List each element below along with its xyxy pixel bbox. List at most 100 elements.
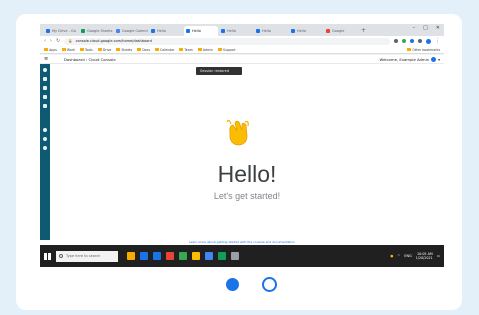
taskbar-app-icon[interactable] [127,252,135,260]
menu-icon[interactable]: ≡ [44,56,64,62]
home-icon[interactable] [43,77,47,81]
extensions-area: ⋮ [394,38,440,44]
bookmark-label: Tools [84,47,93,52]
url-input[interactable]: 🔒 console.cloud.google.com/home/dashboar… [64,37,390,45]
folder-icon [197,48,202,51]
browser-tab[interactable]: My Drive - Go [44,26,78,36]
account-icon[interactable] [43,146,47,150]
bookmark-label: Support [223,47,236,52]
weather-icon[interactable]: ● [390,254,393,258]
tab-favicon-icon [221,29,225,33]
folder-icon [179,48,184,51]
tab-label: Google [332,29,345,33]
bookmark-item[interactable]: Drive [97,48,111,52]
maximize-button[interactable]: □ [423,25,428,31]
taskbar-search-input[interactable]: Type here to search [56,250,118,262]
folder-icon [407,48,412,51]
browser-tab[interactable]: Hello [184,26,218,36]
tab-label: Hello [227,29,236,33]
new-tab-button[interactable]: + [361,26,366,36]
main-content: Session restored Hello! Let's get starte… [50,64,444,240]
document-icon[interactable] [43,86,47,90]
star-icon[interactable] [394,39,398,43]
bookmark-label: Calendar [160,47,175,52]
browser-tab-strip: My Drive - Go Google Sheets Google Calend H… [40,24,444,36]
app-header: ≡ Dashboard › Cloud Console Welcome, Exa… [40,55,444,64]
folder-icon [61,48,66,51]
list-icon[interactable] [43,95,47,99]
close-window-button[interactable]: ✕ [436,25,440,31]
browser-tab[interactable]: Google Sheets [79,26,113,36]
tab-label: My Drive - Go [52,29,76,33]
bookmark-item[interactable]: Docs [137,48,150,52]
bookmark-label: Team [184,47,193,52]
bookmark-item[interactable]: Team [179,47,193,52]
user-menu[interactable]: Welcome, Example Admin ▾ [379,56,440,62]
folder-icon [218,48,222,51]
tab-favicon-icon [291,29,295,33]
info-icon[interactable] [43,137,47,141]
bookmark-item[interactable]: Calendar [155,48,174,52]
chevron-up-icon[interactable]: ^ [397,254,400,258]
taskbar-app-icon[interactable] [231,252,239,260]
tab-favicon-icon [186,29,190,33]
taskbar-app-icon[interactable] [140,252,148,260]
browser-tab[interactable]: Google Calend [114,26,148,36]
search-icon [59,254,63,258]
tab-label: Google Calend [122,29,148,33]
avatar [431,56,437,62]
waving-hand-icon [226,119,249,146]
taskbar-app-icon[interactable] [179,252,187,260]
bookmark-item[interactable]: Support [218,48,236,52]
other-bookmarks[interactable]: Other bookmarks [407,48,440,52]
bookmark-item[interactable]: Tools [79,47,93,52]
browser-tab[interactable]: Hello [149,26,183,36]
lock-icon: 🔒 [68,39,73,43]
bookmark-item[interactable]: Admin [197,48,213,52]
taskbar-clock[interactable]: 10:05 AM 1/20/2021 [416,252,433,260]
bookmark-label: Apps [49,47,57,52]
folder-icon [97,48,102,51]
taskbar-app-icon[interactable] [153,252,161,260]
extension-icon[interactable] [410,39,414,43]
bookmark-item[interactable]: Apps [44,48,57,52]
windows-start-icon[interactable] [44,252,51,260]
taskbar-app-icon[interactable] [218,252,226,260]
grid-icon[interactable] [43,104,47,108]
bookmark-item[interactable]: Sheets [116,48,132,52]
language-indicator[interactable]: ENG [404,254,412,258]
browser-tab[interactable]: Hello [254,26,288,36]
chevron-down-icon: ▾ [438,56,440,62]
more-menu-icon[interactable]: ⋮ [435,38,440,44]
browser-tab[interactable]: Hello [289,26,323,36]
browser-tab[interactable]: Google [324,26,358,36]
breadcrumb[interactable]: Dashboard › Cloud Console [64,57,116,62]
tab-favicon-icon [256,29,260,33]
taskbar-app-icon[interactable] [192,252,200,260]
profile-avatar[interactable] [426,38,431,44]
user-name: Welcome, Example Admin [379,56,430,62]
taskbar-app-icon[interactable] [166,252,174,260]
reload-button[interactable]: ↻ [56,38,60,44]
tab-favicon-icon [116,29,120,33]
hello-heading: Hello! [217,161,277,187]
puzzle-icon[interactable] [418,39,422,43]
carousel-dot-1[interactable] [226,278,239,291]
settings-icon[interactable] [43,68,47,72]
browser-tab[interactable]: Hello [219,26,253,36]
tab-favicon-icon [81,29,85,33]
minimize-button[interactable]: – [413,25,416,31]
back-button[interactable]: ‹ [44,38,46,44]
notification-icon[interactable]: ▭ [437,254,440,258]
bookmark-item[interactable]: Work [61,48,75,52]
url-text: console.cloud.google.com/home/dashboard [75,39,152,43]
carousel-dot-2[interactable] [262,277,277,292]
folder-icon [137,48,142,51]
help-icon[interactable] [43,128,47,132]
extension-icon[interactable] [402,39,406,43]
toast-notification: Session restored [196,67,242,75]
forward-button[interactable]: › [50,38,52,44]
folder-icon [44,48,48,51]
taskbar-app-icon[interactable] [205,252,213,260]
app-sidebar [40,64,50,240]
